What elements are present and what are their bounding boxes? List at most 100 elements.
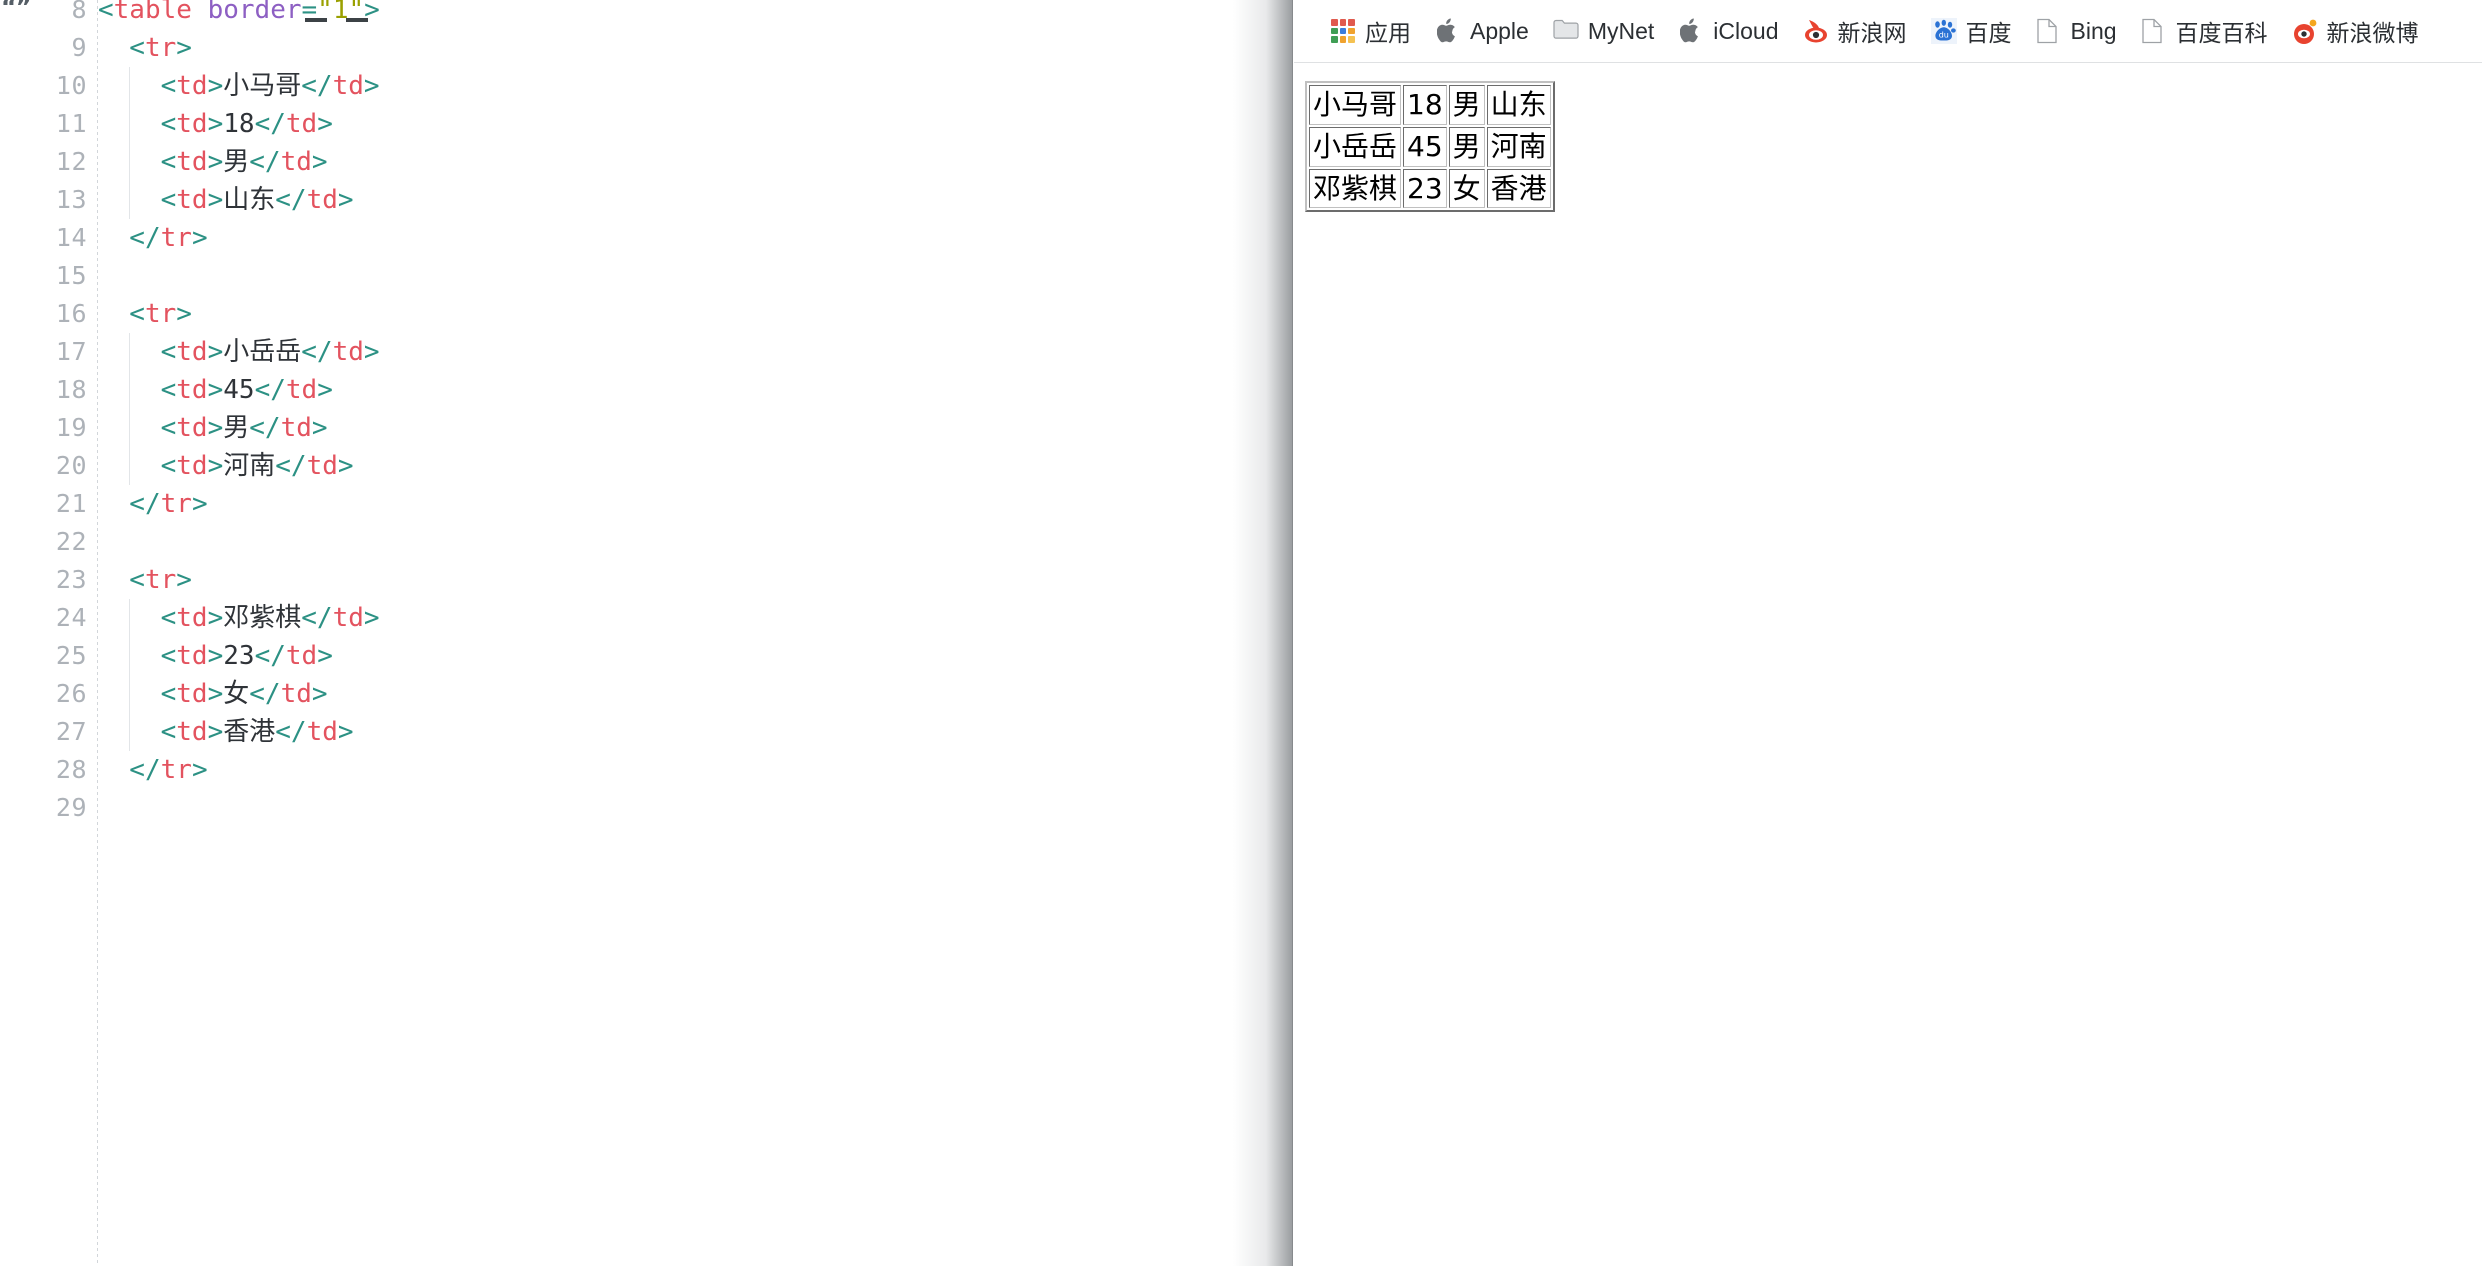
token-brk: </	[254, 109, 286, 139]
token-brk: <	[98, 603, 177, 633]
line-number: 21	[55, 489, 87, 518]
bookmark-item[interactable]: 新浪网	[1793, 10, 1917, 52]
token-brk: >	[311, 413, 328, 443]
browser-window: 应用 Apple MyNet iCloud 新浪网 du 百度 Bing 百度百科 新浪微博 小马…	[1294, 0, 2482, 1266]
token-brk: </	[254, 375, 286, 405]
token-tag: td	[176, 337, 208, 367]
line-number: 28	[55, 755, 87, 784]
fold-marker-strip[interactable]: “”	[0, 0, 32, 1266]
bookmark-item[interactable]: MyNet	[1543, 14, 1664, 49]
token-brk: <	[98, 185, 177, 215]
apps-grid-cell	[1339, 19, 1347, 26]
token-tag: td	[332, 603, 364, 633]
bookmark-item[interactable]: 新浪微博	[2282, 10, 2429, 52]
bookmark-item[interactable]: Apple	[1425, 14, 1539, 49]
token-tag: td	[176, 603, 208, 633]
code-line[interactable]: <td>河南</td>	[98, 447, 354, 485]
table-cell: 23	[1403, 168, 1447, 209]
line-number: 8	[71, 0, 87, 24]
token-txt: 男	[223, 413, 250, 443]
window-drop-shadow	[1233, 0, 1293, 1266]
code-line[interactable]: <td>18</td>	[98, 105, 333, 143]
bookmark-item[interactable]: du 百度	[1921, 10, 2022, 52]
bookmark-label: Apple	[1470, 17, 1529, 44]
token-brk: >	[207, 641, 224, 671]
code-line[interactable]: <td>女</td>	[98, 675, 328, 713]
code-line[interactable]: <td>男</td>	[98, 409, 328, 447]
code-line[interactable]: <td>小马哥</td>	[98, 67, 380, 105]
token-brk: >	[176, 565, 192, 595]
token-brk: >	[207, 603, 224, 633]
code-line[interactable]: </tr>	[98, 485, 207, 523]
line-number: 25	[55, 641, 87, 670]
bookmarks-bar[interactable]: 应用 Apple MyNet iCloud 新浪网 du 百度 Bing 百度百科 新浪微博	[1294, 0, 2482, 63]
bookmark-item[interactable]: Bing	[2026, 14, 2127, 49]
table-row: 小岳岳 45 男河南	[1309, 126, 1551, 167]
line-number: 18	[55, 375, 87, 404]
token-txt: 男	[223, 147, 250, 177]
bookmark-item[interactable]: 百度百科	[2131, 10, 2278, 52]
token-brk: </	[301, 337, 333, 367]
code-line[interactable]: <td>男</td>	[98, 143, 328, 181]
token-tag: td	[176, 451, 208, 481]
apps-grid-cell	[1348, 36, 1355, 43]
bookmark-label: Bing	[2070, 17, 2117, 44]
token-brk: <	[98, 565, 145, 595]
code-line[interactable]: <table border="1">	[98, 0, 380, 29]
token-txt: 23	[223, 641, 255, 671]
token-tag: tr	[144, 299, 177, 329]
quote-fold-icon[interactable]: “”	[1, 0, 32, 21]
code-line[interactable]: </tr>	[98, 219, 208, 257]
table-row: 邓紫棋 23 女香港	[1309, 168, 1551, 209]
bookmark-label: 百度百科	[2175, 20, 2268, 46]
line-number: 20	[55, 451, 87, 480]
token-tag: tr	[160, 223, 192, 253]
apple-icon	[1678, 18, 1704, 44]
bookmark-item[interactable]: iCloud	[1668, 14, 1788, 49]
code-line[interactable]: <td>香港</td>	[98, 713, 354, 751]
token-brk: </	[249, 679, 281, 709]
token-brk: <	[98, 337, 177, 367]
code-line[interactable]: <td>小岳岳</td>	[98, 333, 380, 371]
code-line[interactable]: <td>邓紫棋</td>	[98, 599, 380, 637]
token-brk: </	[301, 71, 333, 101]
token-tag: td	[176, 717, 208, 747]
line-number: 12	[55, 147, 87, 176]
token-tag: td	[306, 717, 338, 747]
code-line[interactable]: </tr>	[98, 751, 207, 789]
token-brk: >	[207, 375, 224, 405]
token-tag: td	[285, 375, 318, 405]
folder-icon	[1553, 18, 1579, 44]
token-txt: 香港	[223, 717, 276, 747]
code-line[interactable]: <td>山东</td>	[98, 181, 354, 219]
token-tag: td	[176, 375, 208, 405]
code-line[interactable]: <td>23</td>	[98, 637, 333, 675]
bookmark-label: 百度	[1965, 20, 2012, 46]
token-tag: td	[176, 413, 208, 443]
token-brk: >	[191, 223, 208, 253]
token-tag: tr	[160, 755, 192, 785]
token-brk: </	[275, 717, 307, 747]
token-txt: 山东	[223, 185, 276, 215]
svg-text:du: du	[1938, 31, 1948, 40]
token-brk: </	[249, 413, 281, 443]
token-tag: td	[176, 71, 208, 101]
code-editor-pane[interactable]: “” 8 9 10 11 12 13 14 15 16 17 18 19 20 21 22 23 24 25 26 2…	[0, 0, 1253, 1266]
token-brk: >	[363, 71, 380, 101]
code-line[interactable]: <tr>	[98, 29, 192, 67]
code-line[interactable]: <tr>	[98, 561, 192, 599]
page-icon	[2036, 18, 2062, 44]
code-line[interactable]: <tr>	[98, 295, 192, 333]
table-cell: 女	[1448, 168, 1485, 209]
token-brk: >	[207, 337, 224, 367]
line-number: 16	[55, 299, 87, 328]
code-line[interactable]: <td>45</td>	[98, 371, 333, 409]
code-text-area[interactable]: <table border="1"> <tr> <td>小马哥</td> <td…	[98, 0, 1253, 1266]
bookmark-item[interactable]: 应用	[1320, 10, 1421, 52]
apps-grid-cell	[1339, 36, 1347, 43]
token-attr: border	[207, 0, 302, 25]
table-cell: 山东	[1486, 85, 1551, 125]
token-txt: 女	[223, 679, 250, 709]
token-tag: td	[332, 71, 364, 101]
